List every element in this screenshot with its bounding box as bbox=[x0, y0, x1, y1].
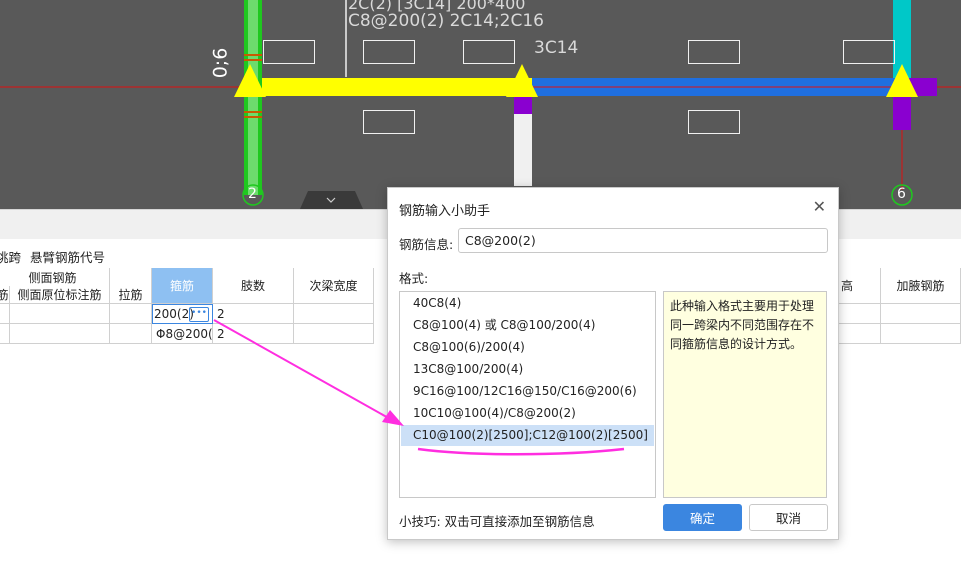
header-side-rebar: 侧面钢筋 bbox=[0, 268, 110, 286]
header-col-0: 筋 bbox=[0, 286, 10, 304]
beam-yellow bbox=[262, 78, 532, 96]
format-item-selected[interactable]: C10@100(2)[2500];C12@100(2)[2500] bbox=[401, 425, 654, 446]
toolbar-cantilever-code[interactable]: 悬臂钢筋代号 bbox=[30, 247, 105, 266]
cancel-button[interactable]: 取消 bbox=[749, 504, 828, 531]
header-haunch-rebar: 加腋钢筋 bbox=[881, 268, 961, 304]
format-item[interactable]: 9C16@100/12C16@150/C16@200(6) bbox=[401, 381, 654, 402]
toolbar-cantilever-span[interactable]: 挑跨 bbox=[0, 247, 21, 266]
beam-annotation-bottom: 3C14 bbox=[534, 38, 579, 58]
header-side-origin-rebar: 侧面原位标注筋 bbox=[10, 286, 110, 304]
dialog-title: 钢筋输入小助手 bbox=[399, 204, 491, 219]
format-item[interactable]: 40C8(4) bbox=[401, 293, 654, 314]
rebar-info-label: 钢筋信息: bbox=[399, 237, 454, 252]
format-item[interactable]: 13C8@100/200(4) bbox=[401, 359, 654, 380]
header-legs: 肢数 bbox=[213, 268, 294, 304]
format-label: 格式: bbox=[399, 271, 429, 286]
rebar-input-helper-dialog: 钢筋输入小助手 ✕ 钢筋信息: 格式: 40C8(4) C8@100(4) 或 … bbox=[387, 187, 839, 540]
format-item[interactable]: 10C10@100(4)/C8@200(2) bbox=[401, 403, 654, 424]
stirrup-cell-row2[interactable]: Φ8@200( bbox=[152, 324, 213, 344]
header-stirrup[interactable]: 箍筋 bbox=[152, 268, 213, 304]
format-description: 此种输入格式主要用于处理同一跨梁内不同范围存在不同箍筋信息的设计方式。 bbox=[663, 291, 827, 498]
stirrup-cell-editing[interactable]: 200(2) ••• bbox=[152, 304, 213, 324]
header-height: 高 bbox=[839, 268, 881, 304]
dimension-label: 0;6 bbox=[209, 47, 232, 79]
rebar-info-input[interactable] bbox=[458, 228, 828, 253]
header-secondary-beam-width: 次梁宽度 bbox=[294, 268, 374, 304]
close-icon[interactable]: ✕ bbox=[813, 197, 826, 216]
ok-button[interactable]: 确定 bbox=[663, 504, 742, 531]
cad-canvas[interactable]: 2C(2) [3C14] 200*400 C8@200(2) 2C14;2C16… bbox=[0, 0, 961, 209]
cad-drawing bbox=[0, 0, 961, 209]
header-tie-rebar: 拉筋 bbox=[110, 286, 152, 304]
stirrup-cell-value: 200(2) bbox=[154, 307, 194, 321]
cad-collapse-tab bbox=[300, 191, 363, 209]
legs-cell-row2[interactable]: 2 bbox=[213, 324, 294, 344]
legs-cell-row1[interactable]: 2 bbox=[213, 304, 294, 324]
format-item[interactable]: C8@100(4) 或 C8@100/200(4) bbox=[401, 315, 654, 336]
format-list[interactable]: 40C8(4) C8@100(4) 或 C8@100/200(4) C8@100… bbox=[399, 291, 656, 498]
format-item[interactable]: C8@100(6)/200(4) bbox=[401, 337, 654, 358]
axis-label-2: 2 bbox=[248, 186, 257, 202]
tip-text: 小技巧: 双击可直接添加至钢筋信息 bbox=[399, 514, 595, 529]
beam-annotation-stirrup: C8@200(2) 2C14;2C16 bbox=[348, 11, 544, 31]
axis-label-6: 6 bbox=[897, 186, 906, 202]
more-options-icon[interactable]: ••• bbox=[189, 307, 209, 322]
